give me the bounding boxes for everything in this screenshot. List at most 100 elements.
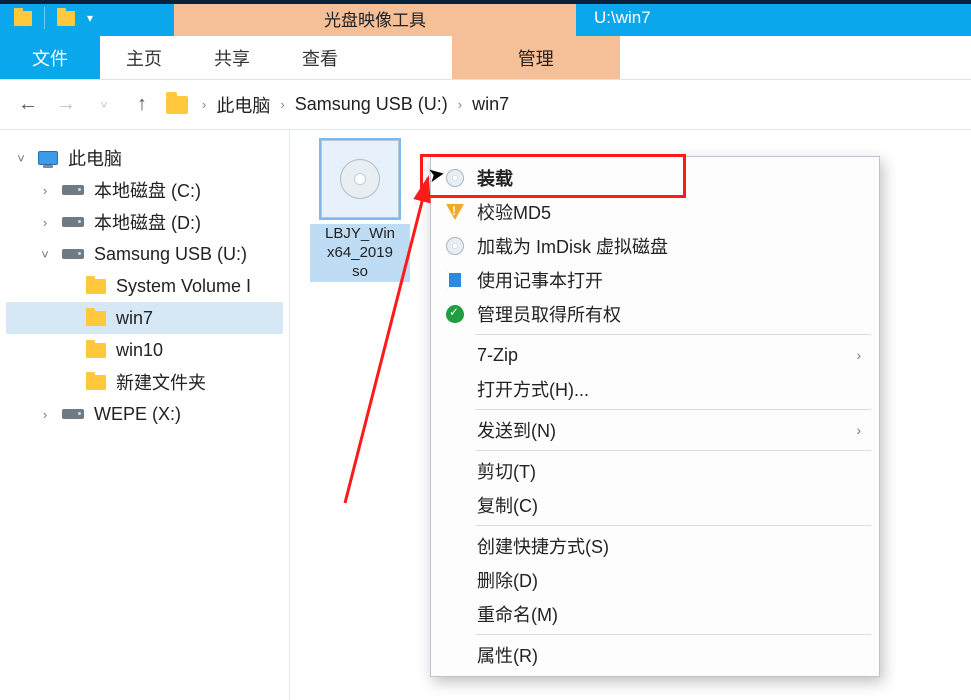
expand-icon[interactable]: › [38, 183, 52, 198]
disc-icon [446, 237, 464, 255]
disc-icon [340, 159, 380, 199]
folder-icon [86, 279, 106, 294]
tree-label: win10 [116, 340, 163, 361]
menu-item-0[interactable]: 装载 [431, 161, 879, 195]
menu-item-11[interactable]: 剪切(T) [431, 454, 879, 488]
menu-item-label: 加载为 ImDisk 虚拟磁盘 [469, 233, 861, 259]
tree-drive-c[interactable]: › 本地磁盘 (C:) [6, 174, 283, 206]
folder-icon [14, 11, 32, 26]
folder-icon [86, 375, 106, 390]
menu-item-1[interactable]: 校验MD5 [431, 195, 879, 229]
tree-label: 新建文件夹 [116, 369, 206, 395]
disc-icon [446, 169, 464, 187]
nav-up-button[interactable]: ↑ [128, 91, 156, 119]
disc-icon-slot [441, 237, 469, 255]
menu-item-label: 创建快捷方式(S) [469, 533, 861, 559]
note-icon-slot [441, 271, 469, 289]
title-bar: ▾ 光盘映像工具 U:\win7 [0, 0, 971, 36]
submenu-arrow-icon: › [856, 347, 861, 363]
nav-forward-button[interactable]: → [52, 91, 80, 119]
context-menu[interactable]: 装载校验MD5 加载为 ImDisk 虚拟磁盘使用记事本打开管理员取得所有权 7-Z… [430, 156, 880, 677]
qat-dropdown[interactable]: ▾ [87, 11, 93, 25]
expand-icon[interactable]: › [38, 215, 52, 230]
tree-this-pc[interactable]: ˅ 此电脑 [6, 142, 283, 174]
notepad-icon [447, 271, 463, 289]
drive-icon [62, 409, 84, 419]
admin-shield-icon [446, 305, 464, 323]
menu-item-label: 装载 [469, 165, 861, 191]
iso-file-item[interactable]: LBJY_Win x64_2019 so [310, 140, 410, 282]
tree-drive-u[interactable]: ˅ Samsung USB (U:) [6, 238, 283, 270]
menu-item-label: 校验MD5 [469, 199, 861, 225]
tree-label: Samsung USB (U:) [94, 244, 247, 265]
navigation-bar: ← → ˅ ↑ › 此电脑 › Samsung USB (U:) › win7 [0, 80, 971, 130]
drive-icon [62, 185, 84, 195]
tab-home[interactable]: 主页 [100, 36, 188, 79]
contextual-tool-label: 光盘映像工具 [174, 0, 576, 36]
tree-label: WEPE (X:) [94, 404, 181, 425]
ribbon-tabs: 文件 主页 共享 查看 管理 [0, 36, 971, 80]
menu-item-14[interactable]: 创建快捷方式(S) [431, 529, 879, 563]
chevron-right-icon[interactable]: › [202, 97, 206, 112]
menu-separator [475, 334, 871, 335]
menu-item-label: 重命名(M) [469, 601, 861, 627]
tab-share[interactable]: 共享 [188, 36, 276, 79]
menu-item-label: 打开方式(H)... [469, 376, 861, 402]
menu-item-label: 7-Zip [469, 345, 856, 366]
tab-manage[interactable]: 管理 [452, 36, 620, 79]
nav-back-button[interactable]: ← [14, 91, 42, 119]
folder-icon [166, 96, 188, 114]
folder-icon [86, 343, 106, 358]
menu-item-6[interactable]: 7-Zip› [431, 338, 879, 372]
menu-item-4[interactable]: 管理员取得所有权 [431, 297, 879, 331]
tab-view[interactable]: 查看 [276, 36, 364, 79]
collapse-icon[interactable]: ˅ [38, 247, 52, 262]
menu-item-label: 使用记事本打开 [469, 267, 861, 293]
warning-shield-icon [446, 204, 464, 220]
navigation-tree[interactable]: ˅ 此电脑 › 本地磁盘 (C:) › 本地磁盘 (D:) ˅ Samsung … [0, 130, 290, 700]
drive-icon [62, 217, 84, 227]
crumb-drive[interactable]: Samsung USB (U:) [295, 94, 448, 115]
crumb-folder[interactable]: win7 [472, 94, 509, 115]
drive-icon [62, 249, 84, 259]
menu-item-15[interactable]: 删除(D) [431, 563, 879, 597]
tree-drive-d[interactable]: › 本地磁盘 (D:) [6, 206, 283, 238]
separator [44, 7, 45, 29]
tree-folder-win10[interactable]: win10 [6, 334, 283, 366]
shield-y-icon-slot [441, 204, 469, 220]
menu-item-label: 管理员取得所有权 [469, 301, 861, 327]
chevron-right-icon[interactable]: › [280, 97, 284, 112]
breadcrumb[interactable]: › 此电脑 › Samsung USB (U:) › win7 [166, 92, 509, 118]
file-thumbnail [321, 140, 399, 218]
menu-item-label: 剪切(T) [469, 458, 861, 484]
tree-folder-svi[interactable]: System Volume I [6, 270, 283, 302]
tree-folder-win7[interactable]: win7 [6, 302, 283, 334]
window-title: U:\win7 [576, 0, 971, 36]
expand-icon[interactable]: ˅ [14, 151, 28, 166]
tree-folder-newfolder[interactable]: 新建文件夹 [6, 366, 283, 398]
folder-icon [57, 11, 75, 26]
menu-item-12[interactable]: 复制(C) [431, 488, 879, 522]
expand-icon[interactable]: › [38, 407, 52, 422]
folder-icon [86, 311, 106, 326]
tree-label: win7 [116, 308, 153, 329]
menu-item-16[interactable]: 重命名(M) [431, 597, 879, 631]
menu-item-18[interactable]: 属性(R) [431, 638, 879, 672]
tree-label: 此电脑 [68, 145, 122, 171]
chevron-right-icon[interactable]: › [458, 97, 462, 112]
menu-item-9[interactable]: 发送到(N)› [431, 413, 879, 447]
tree-drive-x[interactable]: › WEPE (X:) [6, 398, 283, 430]
menu-item-label: 发送到(N) [469, 417, 856, 443]
menu-item-3[interactable]: 使用记事本打开 [431, 263, 879, 297]
nav-history-dropdown[interactable]: ˅ [90, 91, 118, 119]
shield-g-icon-slot [441, 305, 469, 323]
file-tab[interactable]: 文件 [0, 36, 100, 79]
quick-access-toolbar: ▾ [0, 0, 174, 36]
menu-item-label: 属性(R) [469, 642, 861, 668]
pc-icon [38, 151, 58, 165]
menu-item-7[interactable]: 打开方式(H)... [431, 372, 879, 406]
menu-separator [475, 525, 871, 526]
menu-item-2[interactable]: 加载为 ImDisk 虚拟磁盘 [431, 229, 879, 263]
crumb-this-pc[interactable]: 此电脑 [216, 92, 270, 118]
disc-icon-slot [441, 169, 469, 187]
